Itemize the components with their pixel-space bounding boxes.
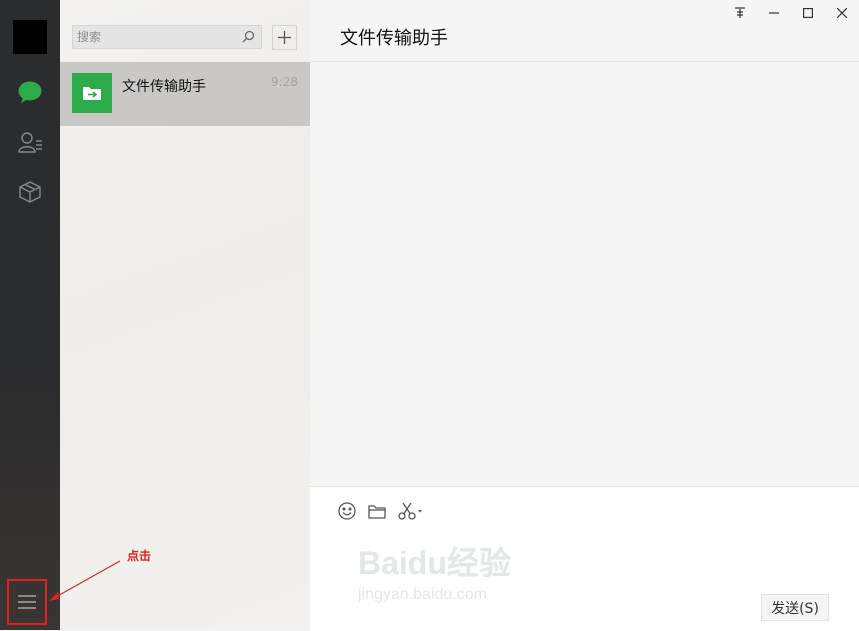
folder-icon[interactable] (366, 501, 388, 521)
avatar[interactable] (13, 20, 47, 54)
chat-list-panel: 文件传输助手 9:28 (60, 0, 310, 630)
contacts-icon[interactable] (15, 127, 45, 157)
watermark: Baidu经验 jingyan.baidu.com (348, 538, 548, 610)
chat-avatar (72, 73, 112, 113)
send-button[interactable]: 发送(S) (761, 594, 829, 621)
minimize-icon[interactable] (764, 5, 784, 21)
emoji-icon[interactable] (336, 501, 358, 521)
box-icon[interactable] (15, 177, 45, 207)
menu-button[interactable] (7, 579, 47, 625)
header-divider (310, 61, 859, 62)
folder-arrow-icon (83, 87, 101, 100)
chat-window: 文件传输助手 发送(S) (310, 0, 859, 631)
chat-time: 9:28 (271, 75, 298, 89)
watermark-url: jingyan.baidu.com (358, 586, 487, 603)
search-box[interactable] (72, 25, 262, 49)
close-icon[interactable] (832, 5, 852, 21)
search-icon[interactable] (242, 30, 255, 43)
add-button[interactable] (272, 25, 297, 50)
search-input[interactable] (73, 26, 241, 48)
plus-icon (278, 31, 291, 44)
scissors-icon[interactable] (396, 501, 426, 521)
sidebar (0, 0, 60, 630)
chat-title: 文件传输助手 (340, 28, 448, 49)
annotation-label: 点击 (127, 549, 152, 563)
chat-list-item[interactable]: 文件传输助手 9:28 (60, 62, 310, 126)
chat-name: 文件传输助手 (122, 79, 206, 95)
pin-icon[interactable] (730, 5, 750, 21)
chat-icon[interactable] (15, 77, 45, 107)
hamburger-icon (18, 595, 36, 609)
maximize-icon[interactable] (798, 5, 818, 21)
watermark-logo-text: Baidu经验 (358, 545, 511, 581)
